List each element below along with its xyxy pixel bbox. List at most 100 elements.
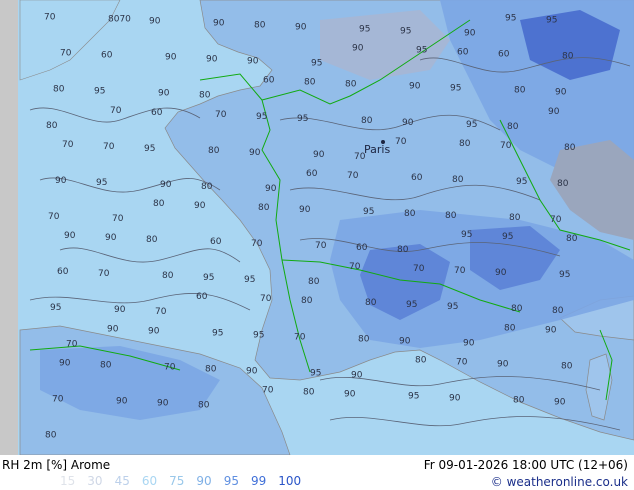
contour-label: 90 — [464, 29, 476, 39]
contour-label: 80 — [552, 306, 564, 316]
contour-label: 95 — [311, 59, 322, 69]
contour-label: 70 — [110, 106, 122, 116]
contour-label: 80 — [404, 209, 416, 219]
contour-label: 70 — [164, 362, 176, 372]
contour-label: 90 — [158, 89, 170, 99]
contour-label: 60 — [151, 108, 163, 118]
contour-label: 70 — [155, 307, 167, 317]
map-title: RH 2m [%] Arome — [2, 458, 111, 472]
contour-label: 80 — [564, 143, 576, 153]
contour-label: 70 — [103, 142, 115, 152]
contour-label: 90 — [495, 268, 507, 278]
contour-label: 95 — [461, 230, 472, 240]
contour-label: 95 — [502, 232, 513, 242]
contour-label: 70 — [294, 332, 306, 342]
contour-label: 95 — [94, 87, 105, 97]
contour-label: 90 — [548, 107, 560, 117]
contour-label: 80 — [201, 182, 213, 192]
legend-value: 100 — [278, 474, 302, 488]
contour-label: 90 — [206, 55, 218, 65]
contour-label: 90 — [351, 370, 363, 380]
contour-label: 80 — [358, 334, 370, 344]
legend-value: 30 — [87, 474, 103, 488]
contour-label: 90 — [497, 359, 509, 369]
contour-label: 90 — [463, 338, 475, 348]
humidity-map: Paris 70 80 70 90 90 80 90 95 95 90 95 95 70 60 90 90 90… — [0, 0, 634, 455]
contour-label: 80 — [146, 235, 158, 245]
contour-label: 70 — [60, 49, 72, 59]
contour-label: 80 — [205, 364, 217, 374]
contour-label: 70 — [98, 269, 110, 279]
contour-label: 95 — [144, 144, 155, 154]
contour-label: 90 — [344, 389, 356, 399]
contour-label: 80 — [514, 86, 526, 96]
contour-label: 70 — [112, 214, 124, 224]
contour-label: 90 — [313, 150, 325, 160]
contour-label: 95 — [256, 112, 267, 122]
contour-label: 95 — [310, 368, 321, 378]
contour-label: 90 — [59, 358, 71, 368]
contour-label: 90 — [64, 231, 76, 241]
contour-label: 90 — [399, 336, 411, 346]
paris-label: Paris — [364, 143, 390, 156]
contour-label: 80 — [258, 203, 270, 213]
map-datetime: Fr 09-01-2026 18:00 UTC (12+06) — [423, 458, 628, 472]
contour-label: 95 — [406, 300, 417, 310]
contour-label: 70 — [354, 152, 366, 162]
contour-label: 90 — [105, 233, 117, 243]
legend-value: 90 — [196, 474, 212, 488]
contour-label: 60 — [101, 51, 113, 61]
contour-label: 60 — [306, 169, 318, 179]
contour-label: 95 — [359, 25, 370, 35]
contour-label: 90 — [55, 176, 67, 186]
contour-label: 80 — [199, 91, 211, 101]
contour-label: 60 — [411, 173, 423, 183]
legend-value: 15 — [60, 474, 76, 488]
contour-label: 80 — [308, 277, 320, 287]
contour-label: 95 — [408, 391, 419, 401]
weather-map-page: Paris 70 80 70 90 90 80 90 95 95 90 95 95 70 60 90 90 90… — [0, 0, 634, 490]
contour-label: 95 — [96, 178, 107, 188]
credit-link[interactable]: © weatheronline.co.uk — [491, 475, 628, 489]
contour-label: 70 — [260, 294, 272, 304]
legend-value: 45 — [114, 474, 130, 488]
contour-label: 70 — [62, 140, 74, 150]
contour-label: 90 — [114, 305, 126, 315]
contour-label: 95 — [400, 27, 411, 37]
contour-label: 90 — [352, 44, 364, 54]
contour-label: 90 — [265, 184, 277, 194]
contour-label: 80 — [208, 146, 220, 156]
legend-value: 95 — [223, 474, 239, 488]
contour-label: 95 — [253, 330, 264, 340]
contour-label: 90 — [555, 88, 567, 98]
contour-label: 95 — [505, 14, 516, 24]
contour-label: 80 — [53, 85, 65, 95]
contour-label: 90 — [295, 23, 307, 33]
contour-label: 90 — [449, 393, 461, 403]
legend-value: 75 — [169, 474, 185, 488]
contour-label: 80 — [303, 387, 315, 397]
contour-label: 80 — [511, 304, 523, 314]
contour-label: 80 — [254, 21, 266, 31]
contour-label: 90 — [116, 396, 128, 406]
contour-label: 80 — [345, 80, 357, 90]
contour-label: 95 — [516, 177, 527, 187]
contour-label: 70 — [66, 339, 78, 349]
contour-label: 95 — [416, 46, 427, 56]
contour-label: 80 — [504, 323, 516, 333]
contour-label: 60 — [210, 237, 222, 247]
contour-label: 70 — [347, 171, 359, 181]
color-legend: 15 30 45 60 75 90 95 99 100 — [60, 474, 313, 488]
contour-label: 95 — [212, 328, 223, 338]
contour-label: 90 — [299, 205, 311, 215]
legend-value: 60 — [141, 474, 158, 488]
contour-label: 95 — [466, 120, 477, 130]
contour-label: 80 — [162, 271, 174, 281]
contour-label: 80 — [45, 431, 57, 441]
contour-label: 80 — [566, 234, 578, 244]
contour-label: 95 — [447, 302, 458, 312]
contour-label: 95 — [546, 16, 557, 26]
contour-label: 80 — [46, 121, 58, 131]
contour-label: 80 — [445, 211, 457, 221]
contour-label: 90 — [148, 326, 160, 336]
